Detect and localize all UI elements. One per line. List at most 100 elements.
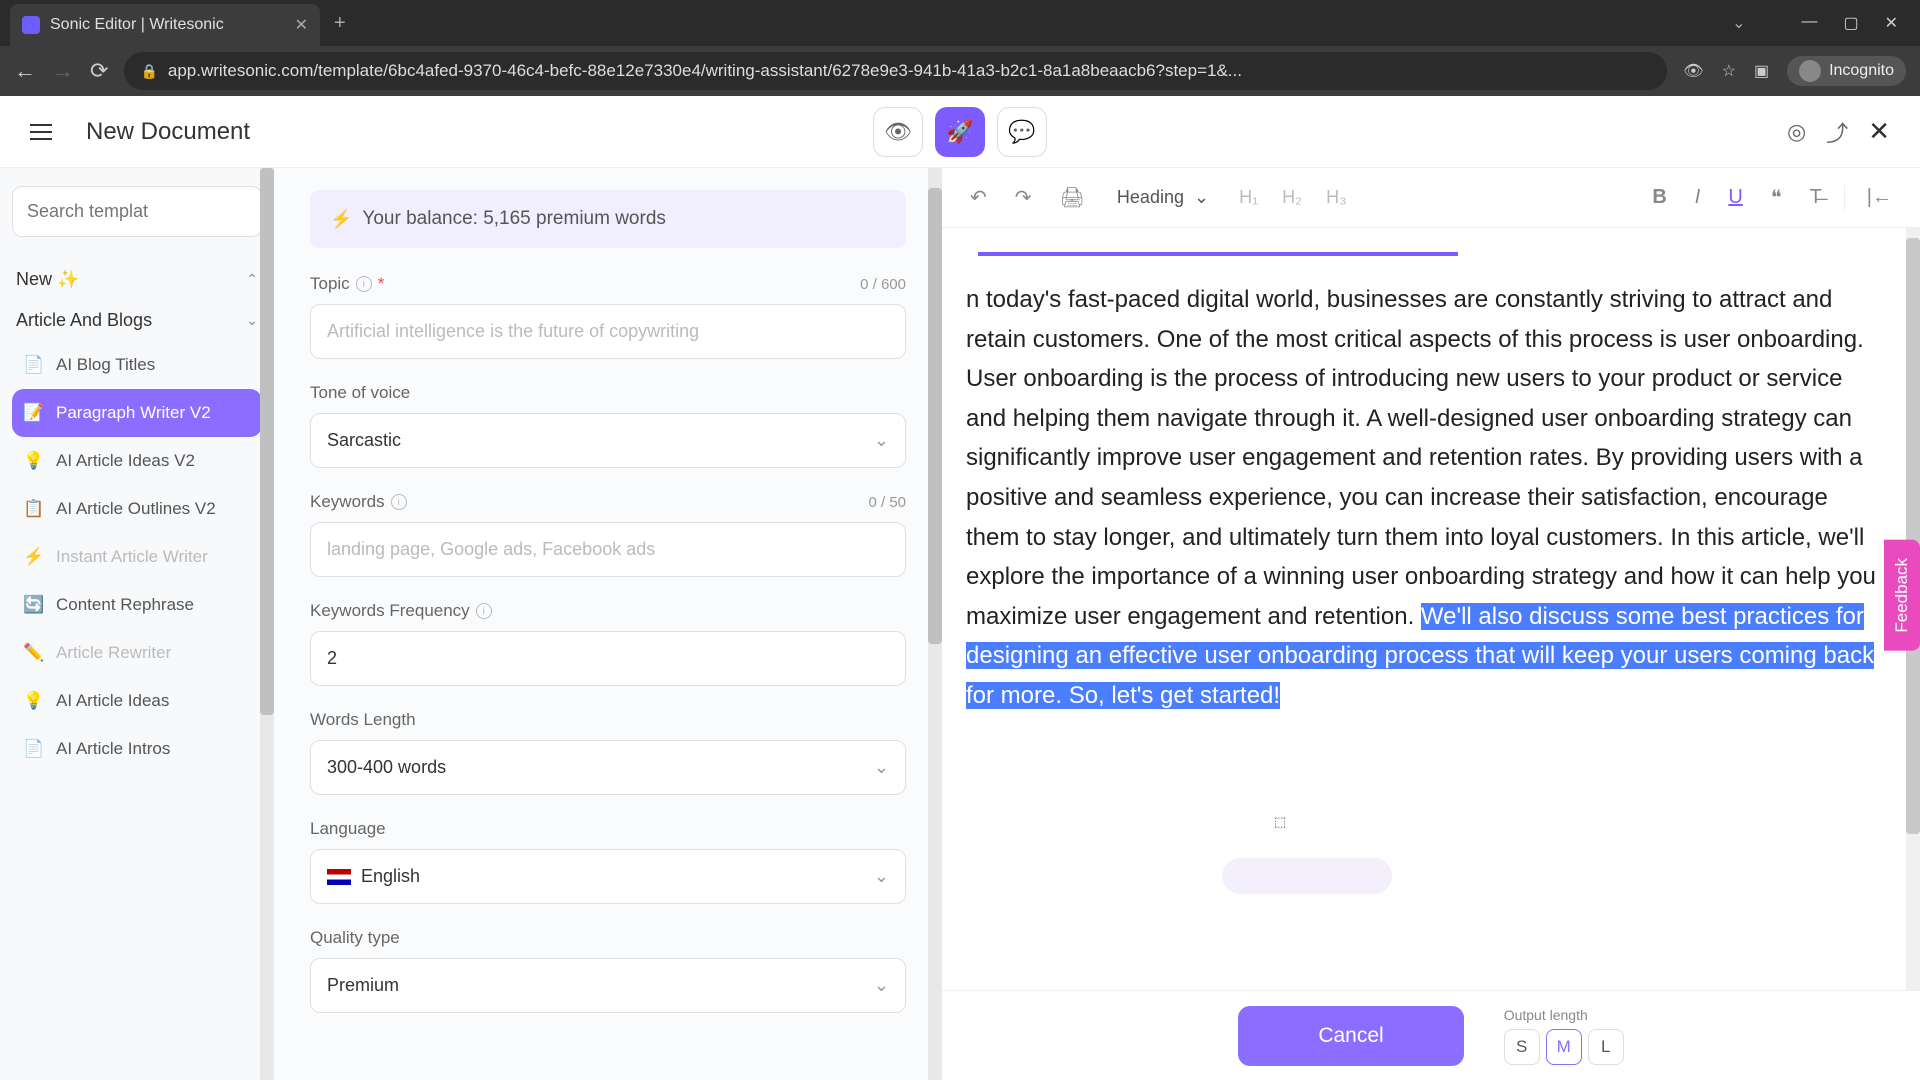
lightbulb-icon: 💡: [24, 451, 44, 471]
editor-scrollbar[interactable]: [1906, 228, 1920, 1080]
window-controls: ⌄ — ▢ ✕: [1732, 13, 1920, 33]
hamburger-icon[interactable]: [30, 124, 52, 140]
chevron-down-icon: ⌄: [874, 430, 889, 451]
list-icon: 📋: [24, 499, 44, 519]
heading-select[interactable]: Heading ⌄: [1107, 181, 1219, 214]
balance-text: Your balance: 5,165 premium words: [362, 208, 665, 230]
underline-icon[interactable]: U: [1722, 180, 1748, 215]
info-icon[interactable]: i: [356, 276, 372, 292]
h3-button[interactable]: H₃: [1322, 183, 1350, 212]
incognito-icon: [1799, 60, 1821, 82]
language-label: Language: [310, 819, 906, 839]
wordslen-value: 300-400 words: [327, 757, 446, 778]
keywords-counter: 0 / 50: [868, 494, 906, 511]
sidebar-item-article-ideas[interactable]: 💡 AI Article Ideas V2: [12, 437, 262, 485]
keywords-input[interactable]: [310, 522, 906, 577]
language-value: English: [327, 866, 420, 887]
print-icon[interactable]: 🖨: [1054, 179, 1091, 216]
chevron-down-icon: ⌄: [874, 866, 889, 887]
sidebar-group-new[interactable]: New ✨ ⌃: [12, 259, 262, 300]
sidebar-item-article-outlines[interactable]: 📋 AI Article Outlines V2: [12, 485, 262, 533]
close-icon[interactable]: ✕: [1868, 116, 1890, 147]
document-icon: 📄: [24, 355, 44, 375]
keywords-label: Keywords i 0 / 50: [310, 492, 906, 512]
record-icon[interactable]: ◎: [1787, 119, 1806, 145]
intro-icon: 📄: [24, 739, 44, 759]
browser-tab[interactable]: Sonic Editor | Writesonic ✕: [10, 4, 320, 46]
language-select[interactable]: English ⌄: [310, 849, 906, 904]
edit-icon: ✏️: [24, 643, 44, 663]
editor-text[interactable]: n today's fast-paced digital world, busi…: [966, 280, 1884, 716]
sidebar-item-blog-titles[interactable]: 📄 AI Blog Titles: [12, 341, 262, 389]
chat-button[interactable]: 💬: [997, 107, 1047, 157]
export-icon[interactable]: ⤴: [1826, 116, 1848, 148]
back-icon[interactable]: ←: [14, 58, 36, 84]
length-l[interactable]: L: [1588, 1029, 1624, 1065]
bold-icon[interactable]: B: [1646, 180, 1672, 215]
required-indicator: *: [378, 274, 385, 294]
clear-format-icon[interactable]: T̶: [1804, 180, 1828, 215]
chevron-down-icon: ⌄: [1194, 187, 1209, 208]
sidebar-item-label: Content Rephrase: [56, 595, 194, 615]
extensions-icon[interactable]: ▣: [1754, 61, 1769, 81]
lock-icon: 🔒: [140, 63, 157, 80]
sidebar-item-paragraph-writer[interactable]: 📝 Paragraph Writer V2: [12, 389, 262, 437]
paragraph-icon: 📝: [24, 403, 44, 423]
tone-value: Sarcastic: [327, 430, 401, 451]
lightbulb-icon: 💡: [24, 691, 44, 711]
sidebar-item-label: Paragraph Writer V2: [56, 403, 211, 423]
eye-off-icon[interactable]: 👁: [1683, 61, 1703, 81]
tab-title: Sonic Editor | Writesonic: [50, 16, 285, 34]
tone-select[interactable]: Sarcastic ⌄: [310, 413, 906, 468]
h1-button[interactable]: H₁: [1235, 183, 1262, 212]
quality-value: Premium: [327, 975, 399, 996]
sidebar-item-article-rewriter[interactable]: ✏️ Article Rewriter: [12, 629, 262, 677]
address-bar[interactable]: 🔒 app.writesonic.com/template/6bc4afed-9…: [124, 52, 1667, 90]
editor-panel: ↶ ↷ 🖨 Heading ⌄ H₁ H₂ H₃ B I U ❝ T̶ |← n…: [942, 168, 1920, 1080]
new-tab-button[interactable]: +: [334, 12, 346, 35]
sidebar-item-label: Instant Article Writer: [56, 547, 208, 567]
maximize-icon[interactable]: ▢: [1843, 13, 1858, 33]
info-icon[interactable]: i: [476, 603, 492, 619]
sidebar-group-articles[interactable]: Article And Blogs ⌄: [12, 300, 262, 341]
close-tab-icon[interactable]: ✕: [295, 15, 308, 35]
sidebar-scrollbar[interactable]: [260, 168, 274, 1080]
quality-select[interactable]: Premium ⌄: [310, 958, 906, 1013]
sidebar-item-article-ideas2[interactable]: 💡 AI Article Ideas: [12, 677, 262, 725]
quote-icon[interactable]: ❝: [1765, 179, 1788, 216]
chevron-down-icon: ⌄: [246, 312, 258, 329]
wordslen-select[interactable]: 300-400 words ⌄: [310, 740, 906, 795]
preview-button[interactable]: 👁: [873, 107, 923, 157]
length-m[interactable]: M: [1546, 1029, 1582, 1065]
sidebar-item-label: AI Article Intros: [56, 739, 170, 759]
sidebar-item-content-rephrase[interactable]: 🔄 Content Rephrase: [12, 581, 262, 629]
tab-dropdown-icon[interactable]: ⌄: [1732, 13, 1745, 33]
sidebar-item-article-intros[interactable]: 📄 AI Article Intros: [12, 725, 262, 773]
wordslen-label: Words Length: [310, 710, 906, 730]
italic-icon[interactable]: I: [1689, 180, 1707, 215]
editor-content[interactable]: n today's fast-paced digital world, busi…: [942, 228, 1920, 1080]
minimize-icon[interactable]: —: [1801, 13, 1817, 33]
generate-button[interactable]: 🚀: [935, 107, 985, 157]
info-icon[interactable]: i: [391, 494, 407, 510]
topic-input[interactable]: [310, 304, 906, 359]
feedback-tab[interactable]: Feedback: [1884, 540, 1920, 651]
sidebar-item-instant-writer[interactable]: ⚡ Instant Article Writer: [12, 533, 262, 581]
search-input[interactable]: [12, 186, 262, 237]
main-layout: New ✨ ⌃ Article And Blogs ⌄ 📄 AI Blog Ti…: [0, 168, 1920, 1080]
h2-button[interactable]: H₂: [1278, 183, 1306, 212]
redo-icon[interactable]: ↷: [1009, 179, 1038, 216]
close-window-icon[interactable]: ✕: [1885, 13, 1898, 33]
chevron-down-icon: ⌄: [874, 757, 889, 778]
collapse-icon[interactable]: |←: [1861, 180, 1898, 215]
star-icon[interactable]: ☆: [1722, 61, 1736, 81]
output-length-group: Output length S M L: [1504, 1007, 1624, 1065]
undo-icon[interactable]: ↶: [964, 179, 993, 216]
incognito-badge[interactable]: Incognito: [1787, 56, 1906, 86]
length-s[interactable]: S: [1504, 1029, 1540, 1065]
form-scrollbar[interactable]: [928, 168, 942, 1080]
chevron-up-icon: ⌃: [246, 271, 258, 288]
cancel-button[interactable]: Cancel: [1238, 1006, 1463, 1066]
reload-icon[interactable]: ⟳: [90, 58, 108, 84]
kwfreq-input[interactable]: [310, 631, 906, 686]
